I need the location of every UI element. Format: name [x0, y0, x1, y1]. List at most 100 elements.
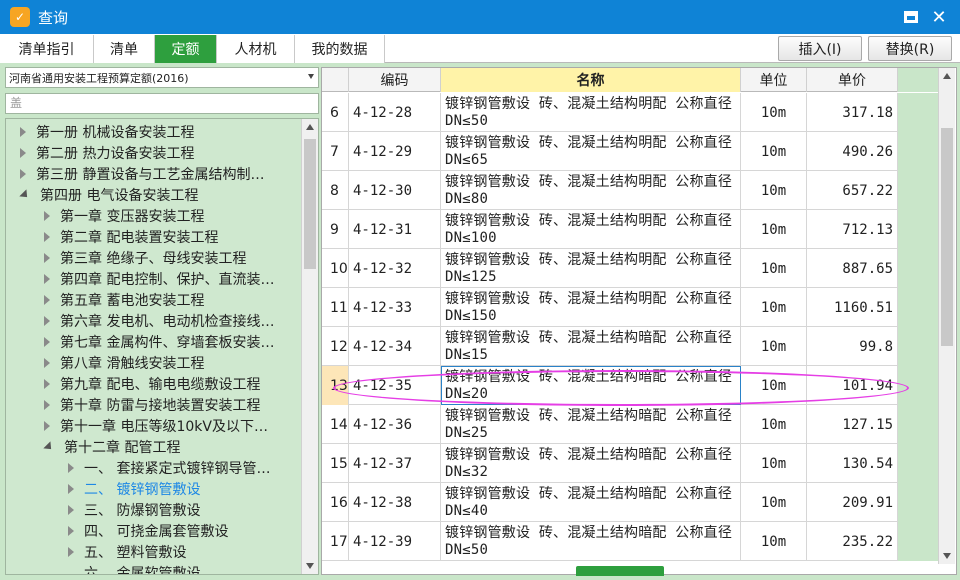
collapsed-arrow-icon[interactable]	[44, 399, 50, 410]
collapsed-arrow-icon[interactable]	[68, 546, 74, 557]
tree-node[interactable]: 二、 镀锌钢管敷设	[68, 478, 200, 499]
quota-code[interactable]: 4-12-32	[349, 249, 441, 288]
tree-node[interactable]: 第二册 热力设备安装工程	[20, 142, 194, 163]
restore-icon[interactable]	[900, 6, 922, 28]
collapsed-arrow-icon[interactable]	[44, 252, 50, 263]
quota-name[interactable]: 镀锌钢管敷设 砖、混凝土结构明配 公称直径DN≤150	[441, 288, 741, 327]
collapsed-arrow-icon[interactable]	[44, 231, 50, 242]
quota-unit[interactable]: 10m	[741, 288, 807, 327]
header-price[interactable]: 单价	[807, 68, 898, 92]
row-index[interactable]: 8	[322, 171, 349, 210]
row-index[interactable]: 6	[322, 93, 349, 132]
quota-name[interactable]: 镀锌钢管敷设 砖、混凝土结构明配 公称直径DN≤80	[441, 171, 741, 210]
table-row[interactable]: 17 4-12-39 镀锌钢管敷设 砖、混凝土结构暗配 公称直径DN≤50 10m 23…	[322, 522, 940, 561]
collapsed-arrow-icon[interactable]	[44, 420, 50, 431]
tree-node[interactable]: 第七章 金属构件、穿墙套板安装…	[44, 331, 274, 352]
quota-name[interactable]: 镀锌钢管敷设 砖、混凝土结构明配 公称直径DN≤100	[441, 210, 741, 249]
table-row[interactable]: 9 4-12-31 镀锌钢管敷设 砖、混凝土结构明配 公称直径DN≤100 10m 71…	[322, 210, 940, 249]
quota-unit[interactable]: 10m	[741, 327, 807, 366]
quota-unit[interactable]: 10m	[741, 366, 807, 405]
quota-price[interactable]: 490.26	[807, 132, 898, 171]
quota-name[interactable]: 镀锌钢管敷设 砖、混凝土结构暗配 公称直径DN≤40	[441, 483, 741, 522]
quota-unit[interactable]: 10m	[741, 210, 807, 249]
expanded-arrow-icon[interactable]	[43, 440, 55, 453]
quota-name[interactable]: 镀锌钢管敷设 砖、混凝土结构暗配 公称直径DN≤15	[441, 327, 741, 366]
quota-unit[interactable]: 10m	[741, 405, 807, 444]
quota-price[interactable]: 887.65	[807, 249, 898, 288]
collapsed-arrow-icon[interactable]	[44, 378, 50, 389]
tree-node[interactable]: 第十一章 电压等级10kV及以下…	[44, 415, 268, 436]
tree-node[interactable]: 三、 防爆钢管敷设	[68, 499, 200, 520]
quota-price[interactable]: 101.94	[807, 366, 898, 405]
collapsed-arrow-icon[interactable]	[68, 483, 74, 494]
tree-node[interactable]: 第三册 静置设备与工艺金属结构制…	[20, 163, 264, 184]
tab-quota[interactable]: 定额	[155, 35, 217, 63]
scroll-down-icon[interactable]	[943, 553, 951, 559]
quota-code[interactable]: 4-12-38	[349, 483, 441, 522]
quota-code[interactable]: 4-12-28	[349, 93, 441, 132]
tree-node[interactable]: 第一册 机械设备安装工程	[20, 121, 194, 142]
collapsed-arrow-icon[interactable]	[44, 315, 50, 326]
expanded-arrow-icon[interactable]	[19, 188, 31, 201]
tree-node[interactable]: 第六章 发电机、电动机检查接线…	[44, 310, 274, 331]
quota-code[interactable]: 4-12-39	[349, 522, 441, 561]
quota-price[interactable]: 317.18	[807, 93, 898, 132]
insert-button[interactable]: 插入(I)	[778, 36, 862, 61]
table-row[interactable]: 6 4-12-28 镀锌钢管敷设 砖、混凝土结构明配 公称直径DN≤50 10m 317…	[322, 93, 940, 132]
bottom-handle[interactable]	[576, 566, 664, 576]
tree-node[interactable]: 第九章 配电、输电电缆敷设工程	[44, 373, 260, 394]
row-index[interactable]: 10	[322, 249, 349, 288]
quota-price[interactable]: 657.22	[807, 171, 898, 210]
tree-node[interactable]: 第二章 配电装置安装工程	[44, 226, 218, 247]
header-unit[interactable]: 单位	[741, 68, 807, 92]
quota-price[interactable]: 209.91	[807, 483, 898, 522]
quota-code[interactable]: 4-12-37	[349, 444, 441, 483]
search-input[interactable]: 盖	[5, 93, 319, 114]
grid-scrollbar[interactable]	[938, 68, 955, 564]
tree-node[interactable]: 第十章 防雷与接地装置安装工程	[44, 394, 260, 415]
quota-name[interactable]: 镀锌钢管敷设 砖、混凝土结构明配 公称直径DN≤65	[441, 132, 741, 171]
quota-name[interactable]: 镀锌钢管敷设 砖、混凝土结构暗配 公称直径DN≤20	[441, 366, 741, 405]
quota-price[interactable]: 130.54	[807, 444, 898, 483]
tree-node[interactable]: 第八章 滑触线安装工程	[44, 352, 204, 373]
tab-my-data[interactable]: 我的数据	[295, 35, 385, 63]
row-index[interactable]: 15	[322, 444, 349, 483]
tree-node[interactable]: 第一章 变压器安装工程	[44, 205, 204, 226]
row-index[interactable]: 11	[322, 288, 349, 327]
row-index[interactable]: 17	[322, 522, 349, 561]
table-row[interactable]: 12 4-12-34 镀锌钢管敷设 砖、混凝土结构暗配 公称直径DN≤15 10m 99…	[322, 327, 940, 366]
collapsed-arrow-icon[interactable]	[44, 336, 50, 347]
collapsed-arrow-icon[interactable]	[44, 357, 50, 368]
tree-node[interactable]: 五、 塑料管敷设	[68, 541, 186, 562]
collapsed-arrow-icon[interactable]	[44, 210, 50, 221]
tree-node[interactable]: 第五章 蓄电池安装工程	[44, 289, 204, 310]
quota-unit[interactable]: 10m	[741, 93, 807, 132]
quota-name[interactable]: 镀锌钢管敷设 砖、混凝土结构暗配 公称直径DN≤25	[441, 405, 741, 444]
table-row[interactable]: 7 4-12-29 镀锌钢管敷设 砖、混凝土结构明配 公称直径DN≤65 10m 490…	[322, 132, 940, 171]
table-row[interactable]: 10 4-12-32 镀锌钢管敷设 砖、混凝土结构明配 公称直径DN≤125 10m 8…	[322, 249, 940, 288]
scroll-up-icon[interactable]	[306, 124, 314, 130]
quota-code[interactable]: 4-12-31	[349, 210, 441, 249]
row-index[interactable]: 13	[322, 366, 349, 405]
quota-name[interactable]: 镀锌钢管敷设 砖、混凝土结构暗配 公称直径DN≤32	[441, 444, 741, 483]
collapsed-arrow-icon[interactable]	[44, 294, 50, 305]
tab-list[interactable]: 清单	[94, 35, 155, 63]
table-row[interactable]: 14 4-12-36 镀锌钢管敷设 砖、混凝土结构暗配 公称直径DN≤25 10m 12…	[322, 405, 940, 444]
tree-node[interactable]: 一、 套接紧定式镀锌钢导管…	[68, 457, 270, 478]
scrollbar-thumb[interactable]	[304, 139, 316, 269]
quota-code[interactable]: 4-12-29	[349, 132, 441, 171]
collapsed-arrow-icon[interactable]	[20, 147, 26, 158]
row-index[interactable]: 12	[322, 327, 349, 366]
row-index[interactable]: 7	[322, 132, 349, 171]
header-code[interactable]: 编码	[349, 68, 441, 92]
tree-node[interactable]: 第四册 电气设备安装工程	[19, 184, 198, 205]
quota-unit[interactable]: 10m	[741, 249, 807, 288]
row-index[interactable]: 16	[322, 483, 349, 522]
collapsed-arrow-icon[interactable]	[68, 525, 74, 536]
quota-price[interactable]: 712.13	[807, 210, 898, 249]
collapsed-arrow-icon[interactable]	[44, 273, 50, 284]
quota-code[interactable]: 4-12-33	[349, 288, 441, 327]
tree-node[interactable]: 第十二章 配管工程	[43, 436, 180, 457]
quota-select[interactable]: 河南省通用安装工程预算定额(2016)	[5, 67, 319, 88]
row-index[interactable]: 9	[322, 210, 349, 249]
